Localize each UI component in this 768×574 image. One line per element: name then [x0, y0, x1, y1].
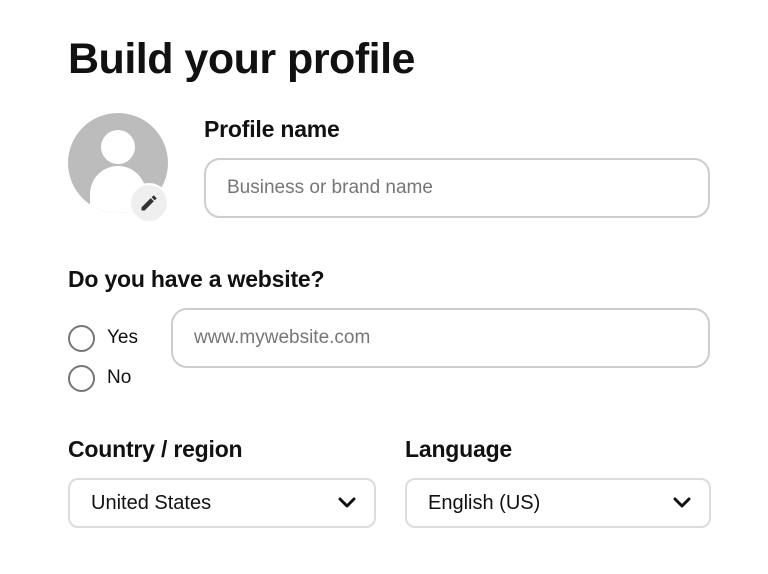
profile-name-input[interactable]	[204, 158, 710, 218]
website-yes-radio[interactable]: Yes	[68, 323, 138, 353]
language-select[interactable]: English (US)	[405, 478, 711, 528]
page-title: Build your profile	[68, 35, 415, 83]
radio-label-no: No	[107, 367, 132, 388]
website-url-input[interactable]	[171, 308, 710, 368]
edit-avatar-button[interactable]	[129, 183, 169, 223]
radio-label-yes: Yes	[107, 327, 138, 348]
country-label: Country / region	[68, 436, 243, 462]
website-no-radio[interactable]: No	[68, 363, 131, 393]
radio-circle[interactable]	[68, 324, 95, 352]
language-selected-value: English (US)	[428, 492, 541, 514]
website-question: Do you have a website?	[68, 266, 325, 292]
chevron-down-icon	[673, 497, 691, 509]
avatar-head	[101, 130, 135, 164]
chevron-down-icon	[338, 497, 356, 509]
country-select[interactable]: United States	[68, 478, 376, 528]
radio-circle[interactable]	[68, 364, 95, 392]
country-selected-value: United States	[91, 492, 212, 514]
language-label: Language	[405, 436, 513, 462]
pencil-icon	[141, 195, 157, 211]
profile-name-label: Profile name	[204, 116, 340, 142]
